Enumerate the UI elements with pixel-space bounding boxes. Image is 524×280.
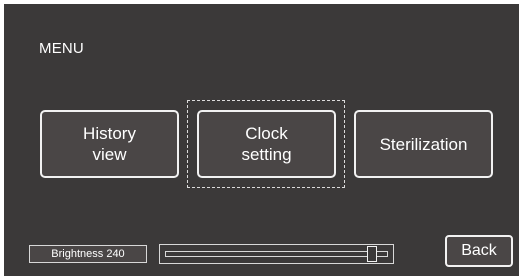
brightness-label: Brightness 240 [29, 245, 147, 263]
clock-setting-label: Clock setting [241, 124, 292, 164]
sterilization-button[interactable]: Sterilization [354, 110, 493, 178]
history-view-label: History view [83, 124, 136, 164]
back-button-label: Back [461, 242, 497, 259]
brightness-slider-handle[interactable] [367, 246, 378, 262]
clock-setting-button[interactable]: Clock setting [197, 110, 336, 178]
back-button[interactable]: Back [445, 235, 513, 267]
brightness-slider-track [165, 251, 388, 257]
history-view-button[interactable]: History view [40, 110, 179, 178]
sterilization-label: Sterilization [379, 134, 468, 154]
device-screen: MENU History view Clock setting Steriliz… [4, 4, 519, 276]
page-title: MENU [39, 40, 84, 57]
brightness-slider[interactable] [159, 244, 394, 264]
